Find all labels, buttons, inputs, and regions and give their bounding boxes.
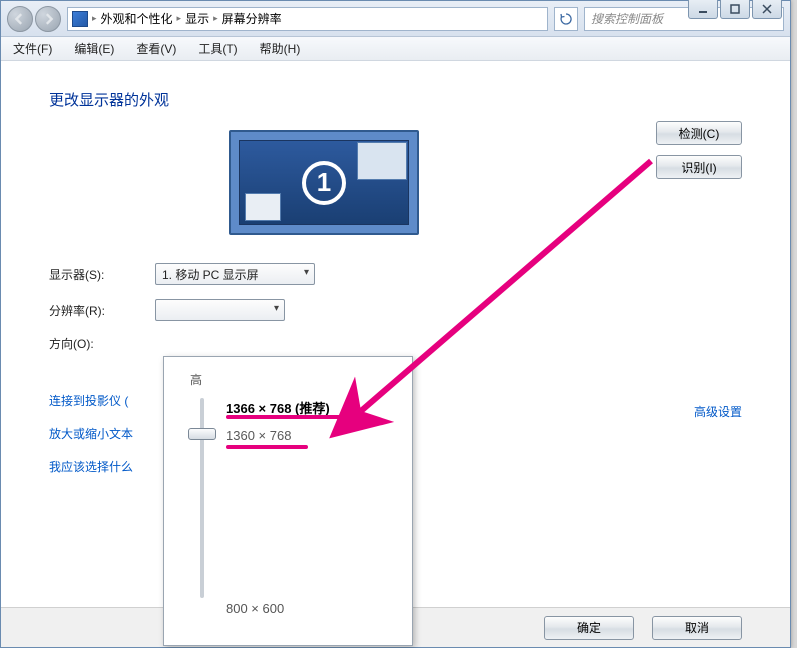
- annotation-underline-1: [226, 415, 368, 419]
- ok-button[interactable]: 确定: [544, 616, 634, 640]
- control-panel-icon: [72, 11, 88, 27]
- slider-thumb[interactable]: [188, 428, 216, 440]
- breadcrumb-sep: ▸: [213, 13, 218, 24]
- minimize-button[interactable]: [688, 0, 718, 19]
- menu-file[interactable]: 文件(F): [9, 38, 56, 59]
- resolution-option-1360[interactable]: 1360 × 768: [226, 428, 291, 443]
- display-value: 1. 移动 PC 显示屏: [162, 266, 259, 283]
- display-label: 显示器(S):: [49, 266, 135, 283]
- control-panel-window: ▸ 外观和个性化 ▸ 显示 ▸ 屏幕分辨率 搜索控制面板 文件(F) 编辑(E)…: [0, 0, 791, 648]
- annotation-underline-2: [226, 445, 308, 449]
- advanced-settings-link[interactable]: 高级设置: [694, 403, 742, 420]
- orientation-row: 方向(O):: [49, 335, 742, 352]
- orientation-label: 方向(O):: [49, 335, 135, 352]
- close-button[interactable]: [752, 0, 782, 19]
- display-combo[interactable]: 1. 移动 PC 显示屏: [155, 263, 315, 285]
- monitor-preview[interactable]: 1: [229, 130, 419, 235]
- detect-button[interactable]: 检测(C): [656, 121, 742, 145]
- menu-help[interactable]: 帮助(H): [256, 38, 305, 59]
- resolution-slider-popup[interactable]: 高 1366 × 768 (推荐) 1360 × 768 800 × 600: [163, 356, 413, 646]
- monitor-mini-window: [357, 142, 407, 180]
- slider-track-area: 1366 × 768 (推荐) 1360 × 768 800 × 600: [182, 398, 402, 608]
- cancel-button[interactable]: 取消: [652, 616, 742, 640]
- breadcrumb-sep: ▸: [92, 13, 97, 24]
- slider-high-label: 高: [190, 371, 402, 388]
- maximize-button[interactable]: [720, 0, 750, 19]
- monitor-taskbar-mini: [245, 193, 281, 221]
- navigation-bar: ▸ 外观和个性化 ▸ 显示 ▸ 屏幕分辨率 搜索控制面板: [1, 1, 790, 37]
- menu-bar: 文件(F) 编辑(E) 查看(V) 工具(T) 帮助(H): [1, 37, 790, 61]
- resolution-row: 分辨率(R):: [49, 299, 742, 321]
- crumb-resolution[interactable]: 屏幕分辨率: [222, 10, 282, 27]
- page-title: 更改显示器的外观: [49, 89, 742, 110]
- resolution-option-low: 800 × 600: [226, 601, 284, 616]
- display-row: 显示器(S): 1. 移动 PC 显示屏: [49, 263, 742, 285]
- side-buttons: 检测(C) 识别(I): [656, 121, 742, 179]
- resolution-label: 分辨率(R):: [49, 302, 135, 319]
- forward-button[interactable]: [35, 6, 61, 32]
- monitor-number-badge: 1: [302, 161, 346, 205]
- menu-view[interactable]: 查看(V): [132, 38, 180, 59]
- refresh-button[interactable]: [554, 7, 578, 31]
- monitor-preview-row: 1: [49, 130, 742, 235]
- back-button[interactable]: [7, 6, 33, 32]
- breadcrumb-sep: ▸: [177, 13, 182, 24]
- address-breadcrumb[interactable]: ▸ 外观和个性化 ▸ 显示 ▸ 屏幕分辨率: [67, 7, 548, 31]
- menu-edit[interactable]: 编辑(E): [70, 38, 118, 59]
- search-placeholder: 搜索控制面板: [591, 10, 663, 27]
- window-caption-buttons: [688, 0, 782, 19]
- crumb-appearance[interactable]: 外观和个性化: [101, 10, 173, 27]
- nav-back-forward: [7, 6, 61, 32]
- crumb-display[interactable]: 显示: [185, 10, 209, 27]
- identify-button[interactable]: 识别(I): [656, 155, 742, 179]
- resolution-combo[interactable]: [155, 299, 285, 321]
- menu-tools[interactable]: 工具(T): [194, 38, 241, 59]
